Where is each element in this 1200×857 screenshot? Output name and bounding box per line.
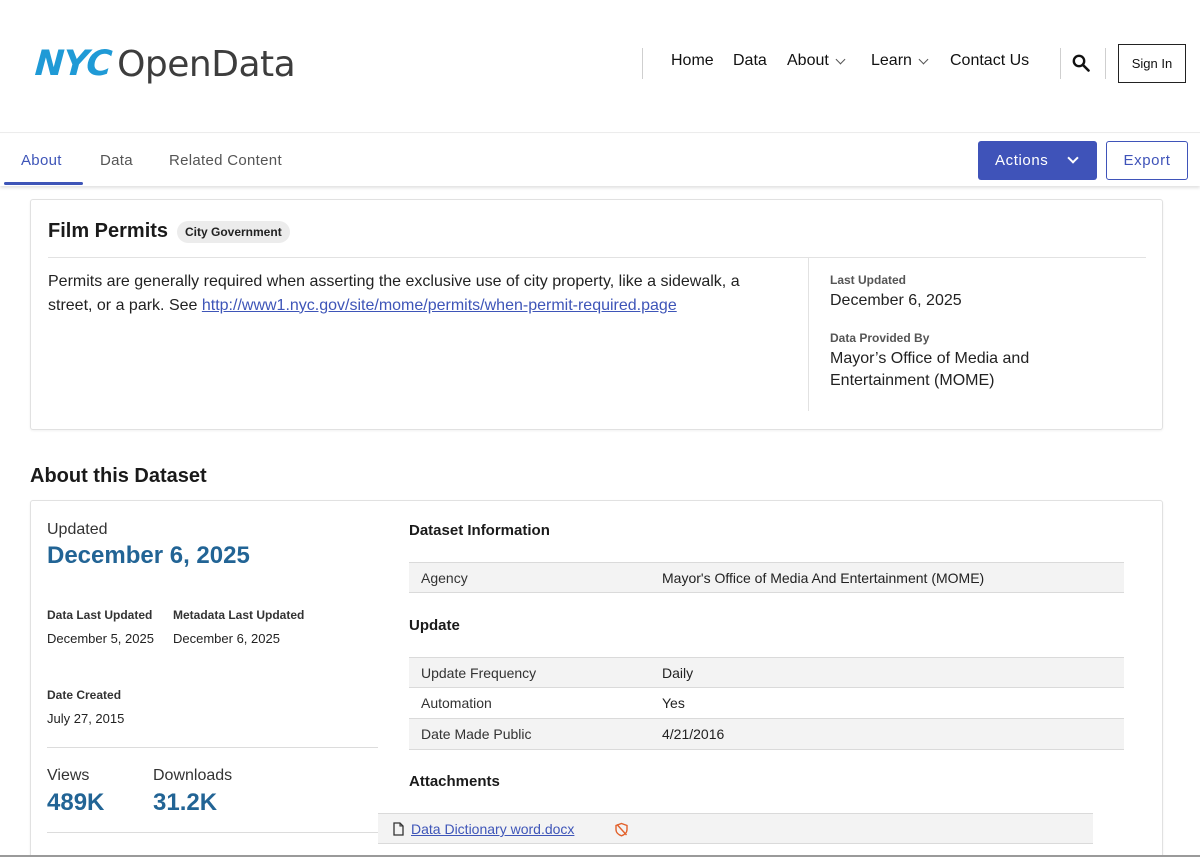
sign-in-button[interactable]: Sign In [1118,44,1186,83]
views-value: 489K [47,789,105,816]
table-row: Automation Yes [409,688,1124,719]
date-made-public-value: 4/21/2016 [662,726,725,742]
chevron-down-icon [835,54,846,64]
actions-label: Actions [995,152,1049,169]
site-header: NYC OpenData Home Data About Learn Conta… [0,0,1200,133]
about-dataset-card: Updated December 6, 2025 Data Last Updat… [30,500,1163,857]
about-dataset-heading: About this Dataset [30,465,207,487]
nav-about-label: About [787,52,829,69]
date-created-value: July 27, 2015 [47,711,125,726]
chevron-down-icon [1067,152,1079,164]
tab-related-content[interactable]: Related Content [169,152,282,169]
nav-divider [1060,48,1061,79]
chevron-down-icon [918,54,929,64]
table-row: Update Frequency Daily [409,657,1124,688]
divider [48,257,1146,258]
divider [47,832,378,833]
metadata-last-updated-label: Metadata Last Updated [173,608,305,622]
nav-divider [642,48,643,79]
export-button[interactable]: Export [1106,141,1188,180]
divider [808,258,809,411]
last-updated-value: December 6, 2025 [830,292,962,309]
shield-warning-icon [615,822,628,837]
dataset-summary-card: Film Permits City Government Permits are… [30,199,1163,430]
category-badge[interactable]: City Government [177,221,290,243]
nav-contact-label: Contact Us [950,52,1030,69]
update-frequency-key: Update Frequency [421,665,537,681]
updated-label: Updated [47,521,108,538]
divider [47,747,378,748]
dataset-description: Permits are generally required when asse… [48,270,768,317]
document-icon [393,822,404,836]
nav-item-about[interactable]: About [787,52,846,70]
metadata-last-updated-value: December 6, 2025 [173,631,280,646]
data-provided-by-label: Data Provided By [830,331,930,345]
dataset-information-heading: Dataset Information [409,522,550,539]
nav-learn-label: Learn [871,52,912,69]
last-updated-label: Last Updated [830,273,907,287]
agency-value: Mayor's Office of Media And Entertainmen… [662,570,985,586]
table-row: Date Made Public 4/21/2016 [409,719,1124,750]
automation-key: Automation [421,695,492,711]
nav-home-label: Home [671,52,714,69]
attachment-link[interactable]: Data Dictionary word.docx [411,821,574,837]
dataset-title: Film Permits [48,220,169,242]
attachment-row: Data Dictionary word.docx [378,813,1093,844]
date-made-public-key: Date Made Public [421,726,532,742]
nav-item-contact-us[interactable]: Contact Us [950,52,1029,70]
attachments-heading: Attachments [409,773,500,790]
date-created-label: Date Created [47,688,122,702]
update-frequency-value: Daily [662,665,694,681]
data-provided-by-value: Mayor’s Office of Media and Entertainmen… [830,350,1030,389]
tab-about[interactable]: About [21,152,62,169]
description-link[interactable]: http://www1.nyc.gov/site/mome/permits/wh… [202,297,677,314]
nav-item-learn[interactable]: Learn [871,52,929,70]
automation-value: Yes [662,695,685,711]
views-label: Views [47,767,90,784]
data-last-updated-value: December 5, 2025 [47,631,154,646]
logo-nyc-text: NYC [33,44,113,84]
table-row: Agency Mayor's Office of Media And Enter… [409,562,1124,593]
agency-key: Agency [421,570,468,586]
data-last-updated-label: Data Last Updated [47,608,153,622]
downloads-value: 31.2K [153,789,218,816]
nyc-opendata-logo[interactable]: NYC OpenData [33,43,296,85]
nav-divider [1105,48,1106,79]
nav-item-data[interactable]: Data [733,52,767,70]
updated-value: December 6, 2025 [47,542,250,569]
logo-opendata-text: OpenData [117,43,296,85]
active-tab-indicator [4,182,83,185]
actions-button[interactable]: Actions [978,141,1097,180]
downloads-label: Downloads [153,767,233,784]
search-icon[interactable] [1072,54,1090,72]
nav-data-label: Data [733,52,767,69]
nav-item-home[interactable]: Home [671,52,714,70]
tab-data[interactable]: Data [100,152,133,169]
update-heading: Update [409,617,460,634]
